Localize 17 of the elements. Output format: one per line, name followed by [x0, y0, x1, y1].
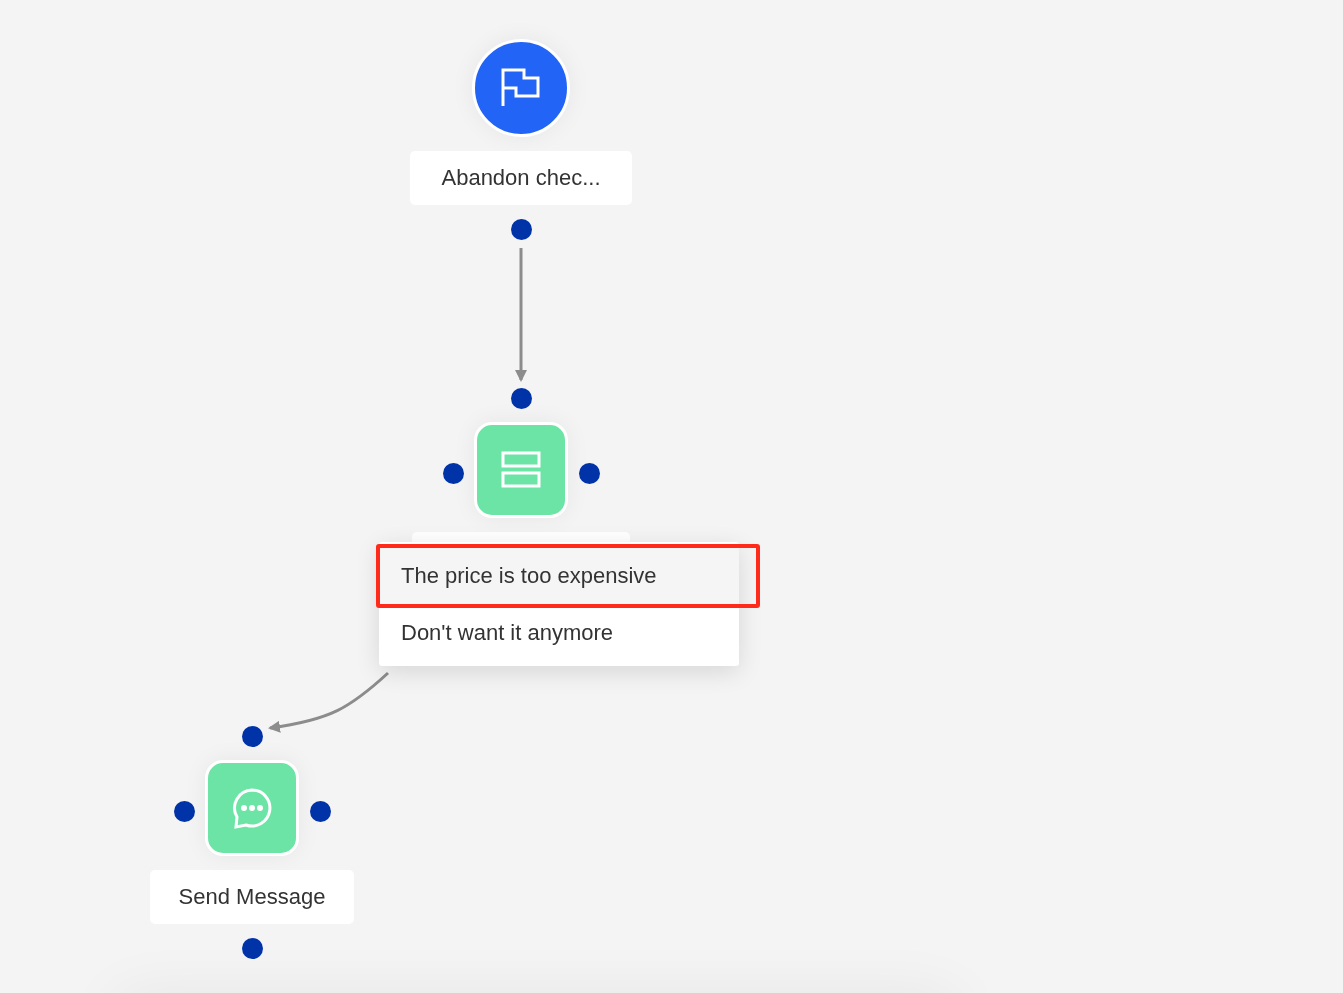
connection-port[interactable]	[578, 462, 600, 484]
flag-icon	[500, 68, 542, 108]
connection-port[interactable]	[510, 387, 532, 409]
connection-port[interactable]	[241, 937, 263, 959]
connection-port[interactable]	[173, 800, 195, 822]
menu-item[interactable]: The price is too expensive	[379, 547, 739, 604]
connection-port[interactable]	[309, 800, 331, 822]
menu-item[interactable]: Don't want it anymore	[379, 604, 739, 661]
connection-port[interactable]	[442, 462, 464, 484]
connection-port[interactable]	[510, 218, 532, 240]
node-label: Abandon chec...	[410, 151, 632, 205]
chat-icon	[230, 787, 274, 829]
node-label: Send Message	[150, 870, 354, 924]
step-node[interactable]	[205, 760, 299, 856]
connection-port[interactable]	[241, 725, 263, 747]
step-node[interactable]	[474, 422, 568, 518]
two-rows-icon	[501, 450, 541, 490]
